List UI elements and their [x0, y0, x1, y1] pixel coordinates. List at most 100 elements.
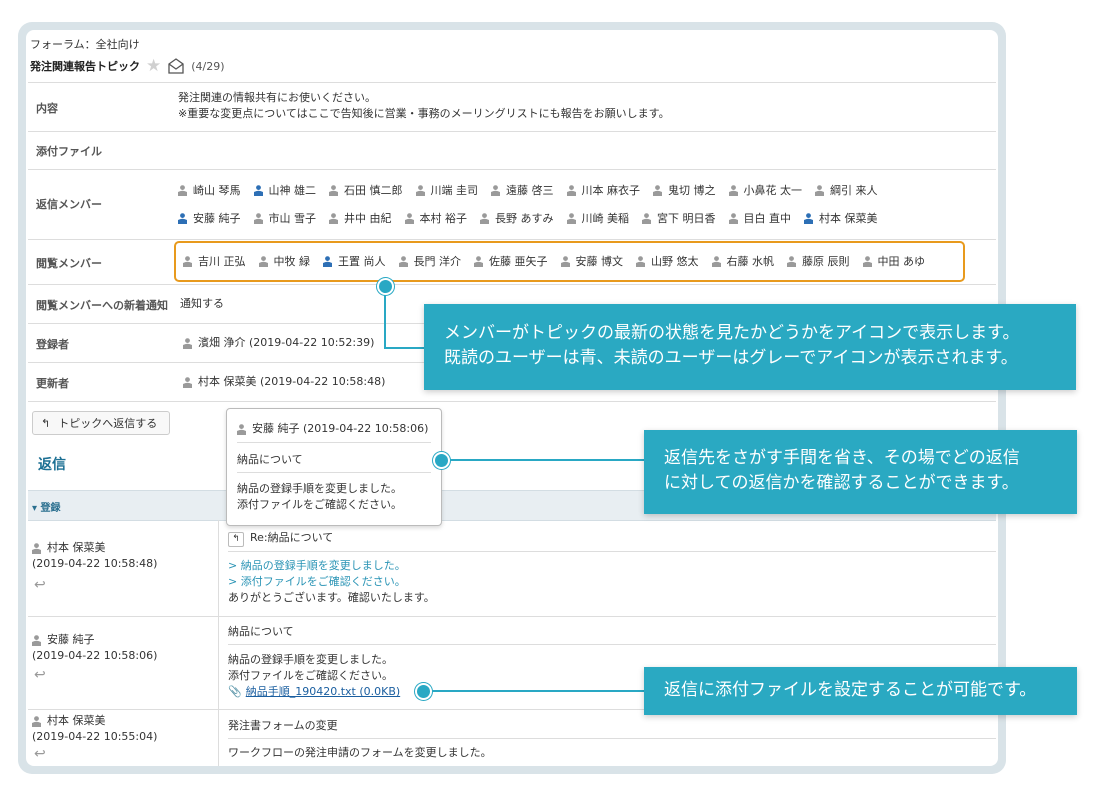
member-name: 本村 裕子 [419, 212, 468, 225]
reply-post: 村本 保菜美 (2019-04-22 10:58:48) ↩ ↰ Re:納品につい… [28, 520, 996, 617]
member-item[interactable]: 小鼻花 太一 [728, 182, 802, 198]
member-item[interactable]: 井中 由紀 [329, 210, 392, 226]
tooltip-body: 納品の登録手順を変更しました。 [237, 482, 402, 495]
reply-source-callout: 返信先をさがす手間を省き、その場でどの返信 に対しての返信かを確認することができ… [644, 430, 1077, 514]
post-time: (2019-04-22 10:55:04) [32, 730, 158, 743]
member-name: 鬼切 博之 [668, 184, 716, 197]
member-item[interactable]: 山神 雄二 [253, 182, 316, 198]
forum-breadcrumb[interactable]: フォーラム：全社向け [30, 36, 140, 52]
member-name: 長野 あすみ [495, 212, 554, 225]
registered-value: 濱畑 浄介 (2019-04-22 10:52:39) [198, 336, 375, 349]
member-item[interactable]: 鬼切 博之 [653, 182, 716, 198]
tooltip-author: 安藤 純子 (2019-04-22 10:58:06) [252, 422, 429, 435]
section-label: ▾ 登録 [32, 503, 61, 514]
registered-label: 登録者 [36, 338, 69, 351]
post-author[interactable]: 村本 保菜美 [47, 714, 106, 727]
callout-text: 返信に添付ファイルを設定することが可能です。 [664, 680, 1037, 700]
reply-indicator-icon[interactable]: ↰ [228, 532, 244, 547]
post-body: ありがとうございます。確認いたします。 [228, 591, 435, 604]
member-name: 綱引 来人 [830, 184, 878, 197]
member-item[interactable]: 目白 直中 [728, 210, 791, 226]
updated-value: 村本 保菜美 (2019-04-22 10:58:48) [198, 375, 386, 388]
member-item[interactable]: 宮下 明日香 [642, 210, 716, 226]
reply-to-topic-button[interactable]: ↰ トピックへ返信する [32, 411, 170, 435]
callout-text: 既読のユーザーは青、未読のユーザーはグレーでアイコンが表示されます。 [444, 348, 1018, 368]
person-icon [415, 184, 425, 196]
member-name: 井中 由紀 [344, 212, 392, 225]
reply-members-line1: 崎山 琴馬 山神 雄二 石田 慎二郎 川端 圭司 遠藤 啓三 川本 麻衣子 鬼切 博之 小鼻花… [178, 182, 891, 198]
member-name: 川本 麻衣子 [581, 184, 641, 197]
connector-line [428, 690, 644, 692]
member-item[interactable]: 川本 麻衣子 [566, 182, 641, 198]
post-subject: 納品について [228, 625, 294, 638]
reply-members-label: 返信メンバー [36, 198, 102, 211]
person-icon [178, 212, 187, 224]
reply-members-line2: 安藤 純子 市山 雪子 井中 由紀 本村 裕子 長野 あすみ 川崎 美稲 宮下 明日香 目白 … [178, 210, 891, 226]
reply-arrow-icon[interactable]: ↩ [34, 746, 46, 762]
member-item[interactable]: 川端 圭司 [415, 182, 479, 198]
member-item[interactable]: 村本 保菜美 [804, 210, 878, 226]
post-author[interactable]: 安藤 純子 [47, 633, 95, 646]
notify-value: 通知する [180, 297, 224, 310]
envelope-open-icon[interactable] [167, 57, 185, 75]
content-line2: ※重要な変更点についてはここで告知後に営業・事務のメーリングリストにも報告をお願… [178, 107, 670, 120]
annotation-dot [377, 278, 394, 295]
replies-heading: 返信 [38, 457, 66, 473]
member-item[interactable]: 本村 裕子 [404, 210, 468, 226]
reply-arrow-icon: ↰ [41, 416, 51, 430]
person-icon [404, 212, 414, 224]
person-icon [32, 634, 41, 646]
member-item[interactable]: 石田 慎二郎 [329, 182, 403, 198]
member-item[interactable]: 綱引 来人 [815, 182, 878, 198]
person-icon [653, 184, 662, 196]
member-name: 市山 雪子 [268, 212, 317, 225]
post-body: ワークフローの発注申請のフォームを変更しました。 [228, 746, 492, 759]
member-name: 川崎 美稲 [581, 212, 630, 225]
callout-text: に対しての返信かを確認することができます。 [664, 473, 1019, 493]
content-label: 内容 [36, 102, 58, 115]
person-icon [642, 212, 651, 224]
person-icon [237, 423, 246, 435]
tooltip-subject: 納品について [237, 453, 303, 466]
person-icon [728, 184, 738, 196]
topic-title-bar: 発注関連報告トピック ★ (4/29) [30, 57, 225, 75]
post-subject: 発注書フォームの変更 [228, 719, 338, 732]
connector-line [384, 347, 424, 349]
member-name: 安藤 純子 [193, 212, 241, 225]
person-icon [329, 184, 338, 196]
read-status-callout: メンバーがトピックの最新の状態を見たかどうかをアイコンで表示します。 既読のユー… [424, 304, 1076, 390]
member-item[interactable]: 安藤 純子 [178, 210, 241, 226]
annotation-dot [433, 452, 450, 469]
member-name: 川端 圭司 [430, 184, 479, 197]
attachment-link[interactable]: 納品手順_190420.txt (0.0KB) [246, 685, 400, 698]
member-name: 宮下 明日香 [657, 212, 716, 225]
post-author[interactable]: 村本 保菜美 [47, 541, 106, 554]
member-item[interactable]: 崎山 琴馬 [178, 182, 241, 198]
reply-to-topic-label: トピックへ返信する [58, 417, 158, 430]
member-item[interactable]: 長野 あすみ [480, 210, 554, 226]
post-body: 添付ファイルをご確認ください。 [228, 669, 393, 682]
annotation-dot [415, 683, 432, 700]
post-time: (2019-04-22 10:58:48) [32, 557, 158, 570]
connector-line [444, 459, 644, 461]
notify-label: 閲覧メンバーへの新着通知 [36, 299, 168, 312]
callout-text: 返信先をさがす手間を省き、その場でどの返信 [664, 448, 1020, 468]
member-item[interactable]: 遠藤 啓三 [491, 182, 554, 198]
reply-post: 村本 保菜美 (2019-04-22 10:55:04) ↩ 発注書フォームの変… [28, 710, 996, 766]
reply-arrow-icon[interactable]: ↩ [34, 577, 46, 593]
star-icon[interactable]: ★ [146, 57, 161, 75]
reply-arrow-icon[interactable]: ↩ [34, 667, 46, 683]
post-subject: Re:納品について [250, 531, 334, 544]
post-quote: > 納品の登録手順を変更しました。 [228, 559, 406, 572]
viewer-members-highlight [174, 241, 965, 282]
person-icon [32, 715, 41, 727]
viewer-members-label: 閲覧メンバー [36, 257, 102, 270]
attach-row: 添付ファイル [28, 131, 996, 170]
person-icon [253, 212, 263, 224]
member-item[interactable]: 市山 雪子 [253, 210, 317, 226]
person-icon [491, 184, 500, 196]
content-line1: 発注関連の情報共有にお使いください。 [178, 91, 376, 104]
person-icon [178, 184, 187, 196]
person-icon [253, 184, 263, 196]
member-item[interactable]: 川崎 美稲 [566, 210, 630, 226]
